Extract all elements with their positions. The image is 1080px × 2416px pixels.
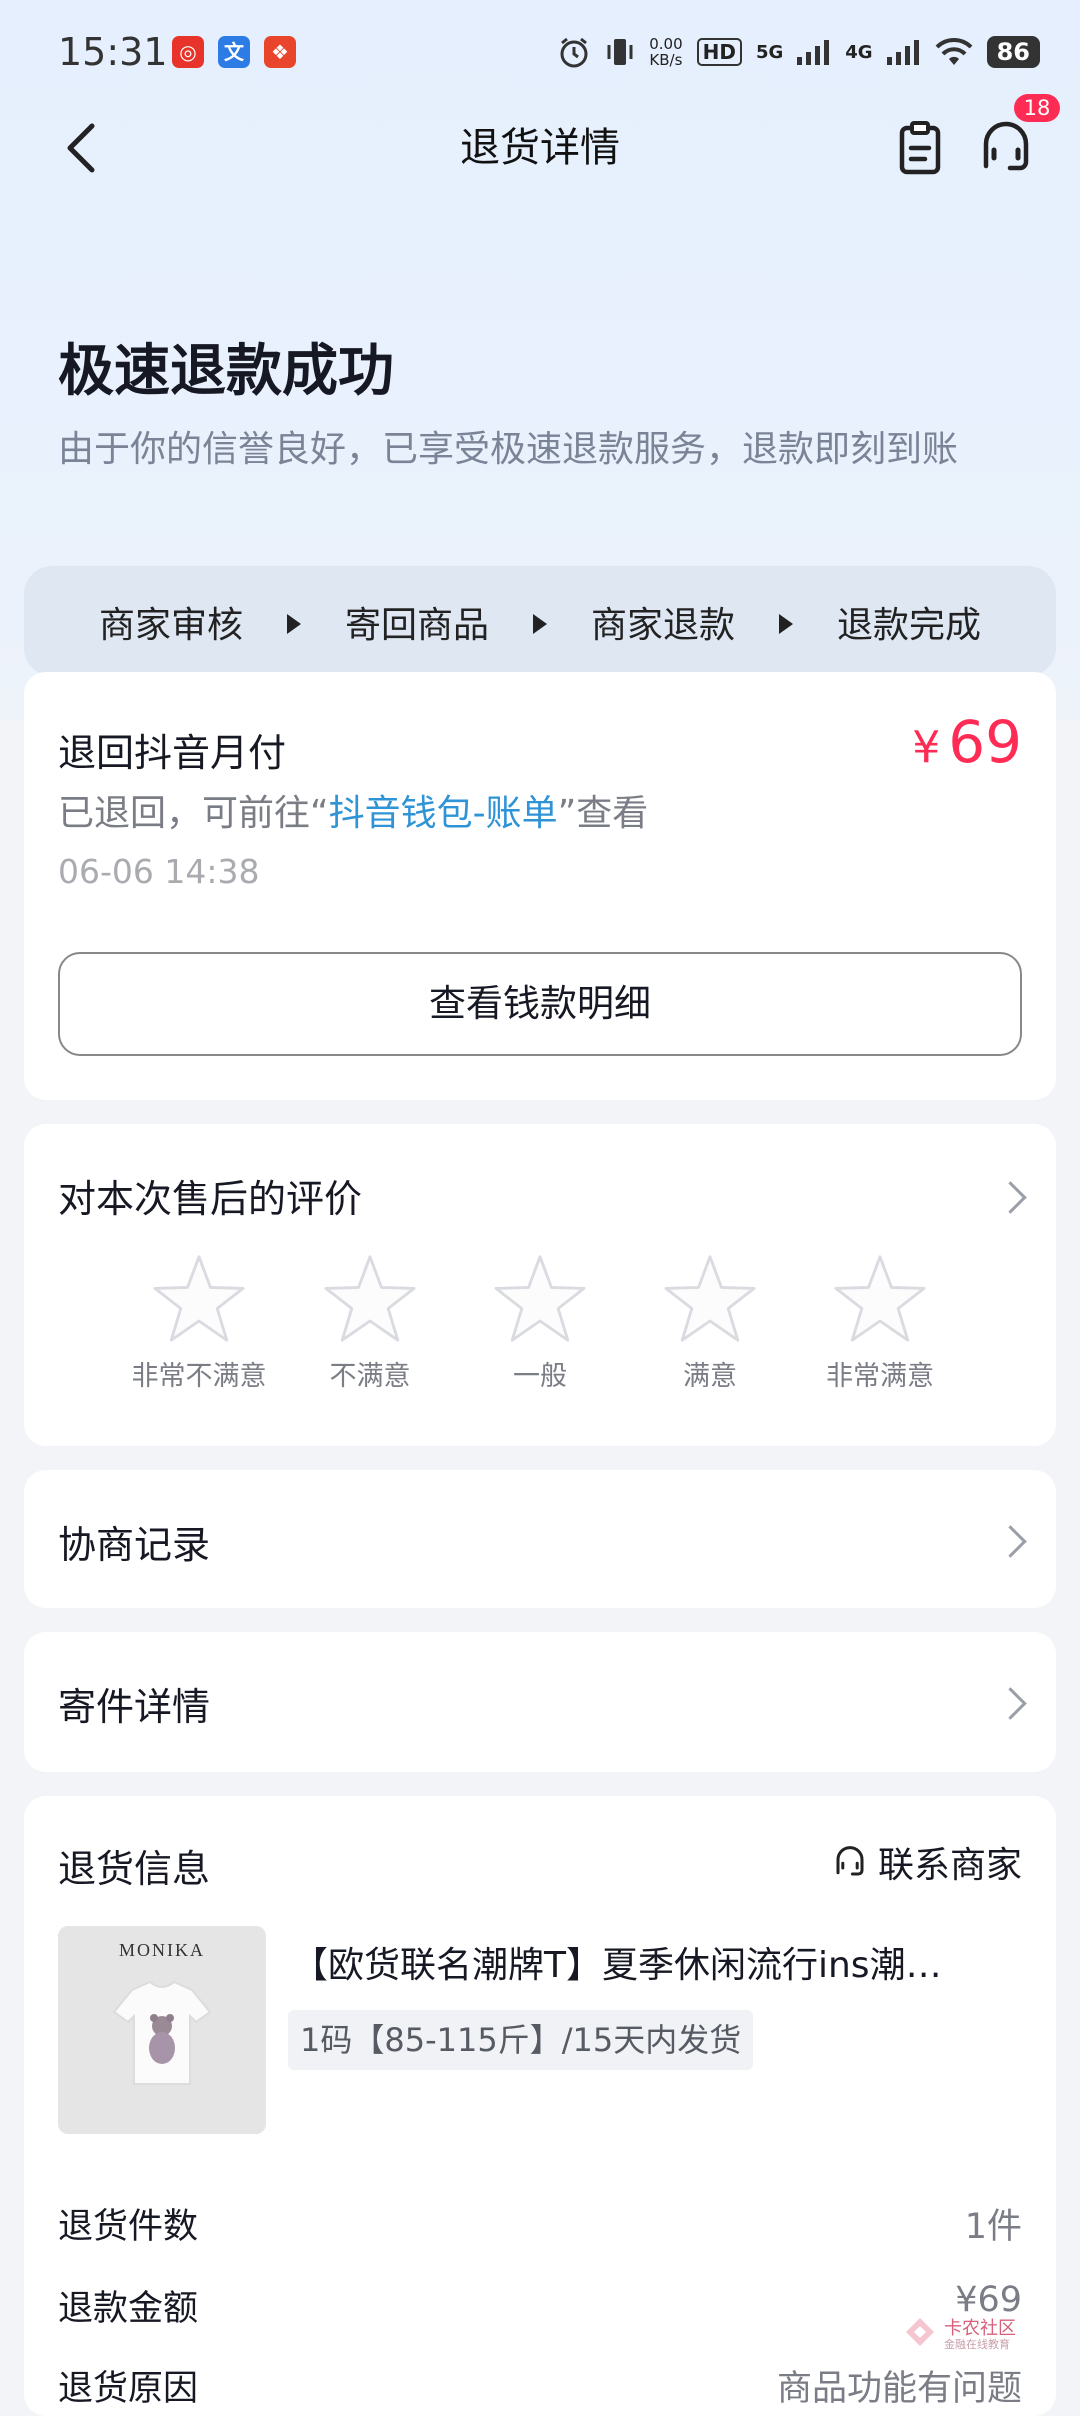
refund-amount: ¥69 (912, 708, 1022, 776)
star-label: 不满意 (329, 1361, 411, 1392)
sim2-network: 4G (845, 41, 873, 63)
step-arrow-icon (286, 614, 301, 634)
refund-time: 06-06 14:38 (58, 852, 260, 891)
star-option[interactable]: 满意 (625, 1252, 795, 1393)
refund-status-subtitle: 由于你的信誉良好，已享受极速退款服务，退款即刻到账 (58, 429, 959, 470)
step-merchant-refund: 商家退款 (591, 605, 736, 646)
star-option[interactable]: 一般 (455, 1252, 625, 1393)
chevron-right-icon[interactable] (994, 1687, 1027, 1720)
star-option[interactable]: 非常满意 (795, 1252, 965, 1393)
refund-method: 退回抖音月付 (58, 731, 287, 775)
tshirt-image (112, 1980, 212, 2085)
message-badge: 18 (1014, 94, 1060, 122)
star-label: 非常满意 (826, 1361, 934, 1392)
negotiation-record-row[interactable]: 协商记录 (24, 1470, 1056, 1608)
chevron-right-icon[interactable] (994, 1181, 1027, 1214)
watermark-subtext: 金融在线教育 (944, 2338, 1010, 2351)
shipping-detail-row[interactable]: 寄件详情 (24, 1632, 1056, 1772)
rating-card: 对本次售后的评价 非常不满意 不满意 一般 满意 非常满意 (24, 1124, 1056, 1446)
netease-music-icon: ◎ (172, 36, 204, 68)
star-label: 一般 (513, 1361, 567, 1392)
negotiation-record-title[interactable]: 协商记录 (58, 1514, 210, 1569)
translate-app-icon: 文 (218, 36, 250, 68)
status-time: 15:31 (58, 30, 168, 74)
signal-icon (797, 40, 830, 65)
alarm-icon (560, 37, 588, 68)
chat-icon (836, 1846, 864, 1876)
order-list-icon[interactable] (890, 118, 950, 178)
step-ship-back: 寄回商品 (344, 605, 489, 646)
star-icon[interactable] (832, 1252, 928, 1344)
star-option[interactable]: 不满意 (285, 1252, 455, 1393)
contact-merchant-label[interactable]: 联系商家 (878, 1836, 1022, 1888)
return-reason-value: 商品功能有问题 (776, 2369, 1022, 2409)
star-icon[interactable] (662, 1252, 758, 1344)
star-label: 非常不满意 (131, 1361, 267, 1392)
hd-indicator: HD (696, 38, 742, 66)
return-info-title: 退货信息 (58, 1847, 211, 1891)
step-arrow-icon (533, 614, 547, 634)
return-quantity-label: 退货件数 (58, 2207, 199, 2247)
step-merchant-review: 商家审核 (98, 605, 243, 646)
wifi-icon (935, 37, 973, 65)
status-indicators: 0.00 KB/s HD 5G 4G 86 (557, 30, 1040, 74)
product-spec: 1码【85-115斤】/15天内发货 (288, 2010, 754, 2070)
battery-level: 86 (986, 36, 1040, 68)
rating-title[interactable]: 对本次售后的评价 (58, 1168, 362, 1223)
net-speed: 0.00 KB/s (649, 35, 683, 69)
step-refund-complete: 退款完成 (837, 605, 982, 646)
return-quantity-value: 1件 (964, 2207, 1022, 2247)
star-icon[interactable] (151, 1252, 247, 1344)
star-icon[interactable] (322, 1252, 418, 1344)
refund-amount-label: 退款金额 (58, 2289, 199, 2329)
progress-steps: 商家审核 寄回商品 商家退款 退款完成 (24, 566, 1056, 676)
refund-description: 已退回，可前往“抖音钱包-账单”查看 (58, 793, 649, 834)
shopping-app-icon: ❖ (264, 36, 296, 68)
customer-service-icon[interactable] (976, 118, 1036, 178)
rating-stars: 非常不满意 不满意 一般 满意 非常满意 (24, 1252, 1056, 1402)
product-name[interactable]: 【欧货联名潮牌T】夏季休闲流行ins潮… (292, 1936, 1032, 1988)
product-thumbnail[interactable]: MONIKA (58, 1926, 266, 2134)
chevron-right-icon[interactable] (994, 1525, 1027, 1558)
contact-merchant-button[interactable]: 联系商家 (832, 1836, 1022, 1888)
star-icon[interactable] (492, 1252, 588, 1344)
status-bar: 15:31 ◎ 文 ❖ 0.00 KB/s HD 5G 4G 86 (0, 0, 1080, 110)
star-label: 满意 (683, 1361, 737, 1392)
vibrate-icon (607, 39, 633, 65)
shipping-detail-title[interactable]: 寄件详情 (58, 1676, 210, 1731)
return-reason-label: 退货原因 (58, 2369, 199, 2409)
sim1-network: 5G (755, 41, 784, 63)
refund-card: 退回抖音月付 ¥69 已退回，可前往“抖音钱包-账单”查看 06-06 14:3… (24, 672, 1056, 1100)
signal-icon (886, 40, 919, 65)
view-payment-detail-button[interactable]: 查看钱款明细 (58, 952, 1022, 1056)
refund-status-title: 极速退款成功 (58, 339, 394, 404)
step-arrow-icon (779, 614, 794, 634)
wallet-bill-link[interactable]: 抖音钱包-账单 (329, 793, 558, 834)
star-option[interactable]: 非常不满意 (114, 1252, 284, 1393)
